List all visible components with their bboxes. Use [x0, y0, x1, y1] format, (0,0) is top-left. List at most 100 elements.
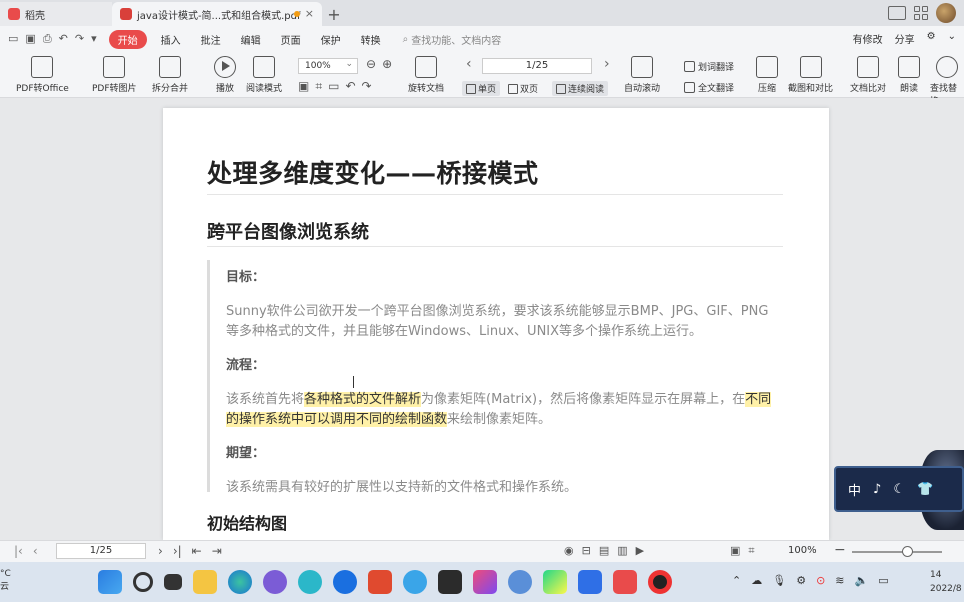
single-view-icon[interactable]: ▤ — [599, 544, 609, 557]
read-mode-button[interactable]: 阅读模式 — [246, 56, 282, 94]
weather-widget[interactable]: °C 云 — [0, 568, 11, 594]
menu-start[interactable]: 开始 — [108, 29, 147, 49]
task-view-icon[interactable] — [164, 574, 182, 590]
wps-word-icon[interactable] — [578, 570, 602, 594]
tray-app-icon[interactable]: ⚙ — [796, 574, 806, 587]
full-translate-button[interactable]: 全文翻译 — [684, 81, 734, 94]
tray-expand-icon[interactable]: ⌃ — [732, 574, 741, 587]
rotate-document-button[interactable]: 旋转文档 — [408, 56, 444, 94]
zoom-out-icon[interactable]: ⊖ — [366, 57, 376, 71]
screenshot-compare-button[interactable]: 截图和对比 — [788, 56, 833, 94]
forward-icon[interactable]: ⇥ — [212, 544, 222, 558]
new-tab-button[interactable]: + — [322, 2, 346, 26]
undo-icon[interactable]: ↶ — [59, 32, 68, 46]
moon-icon[interactable]: ☾ — [893, 482, 905, 497]
app-purple-icon[interactable] — [263, 570, 287, 594]
back-icon[interactable]: ⇤ — [192, 544, 202, 558]
first-page-icon[interactable]: |‹ — [14, 544, 23, 558]
last-page-icon[interactable]: ›| — [173, 544, 182, 558]
office-icon[interactable] — [368, 570, 392, 594]
file-explorer-icon[interactable] — [193, 570, 217, 594]
single-page-button[interactable]: 单页 — [462, 81, 501, 96]
pdf-page[interactable]: 处理多维度变化——桥接模式 跨平台图像浏览系统 目标： Sunny软件公司欲开发… — [163, 108, 829, 540]
start-menu-icon[interactable] — [98, 570, 122, 594]
prev-page-icon[interactable]: ‹ — [466, 56, 472, 72]
read-aloud-button[interactable]: 朗读 — [898, 56, 920, 94]
double-view-icon[interactable]: ▥ — [617, 544, 627, 557]
fit-width-icon[interactable]: ▭ — [328, 79, 339, 94]
app-globe-icon[interactable] — [508, 570, 532, 594]
compress-button[interactable]: 压缩 — [756, 56, 778, 94]
dropdown-icon[interactable]: ▾ — [91, 32, 97, 46]
page-fit-icon[interactable]: ⊟ — [582, 544, 591, 557]
jetbrains-icon[interactable] — [473, 570, 497, 594]
rotate-right-icon[interactable]: ↷ — [362, 79, 372, 94]
auto-scroll-button[interactable]: 自动滚动 — [624, 56, 660, 94]
app-sync-icon[interactable] — [403, 570, 427, 594]
document-area[interactable]: 处理多维度变化——桥接模式 跨平台图像浏览系统 目标： Sunny软件公司欲开发… — [0, 98, 964, 540]
more-icon[interactable]: ⌄ — [948, 31, 956, 46]
doc-compare-button[interactable]: 文档比对 — [850, 56, 886, 94]
system-clock[interactable]: 14 2022/8 — [930, 568, 962, 596]
edge-browser-icon[interactable] — [228, 570, 252, 594]
pycharm-icon[interactable] — [543, 570, 567, 594]
split-merge-button[interactable]: 拆分合并 — [152, 56, 188, 94]
menu-protect[interactable]: 保护 — [311, 30, 351, 49]
continuous-read-button[interactable]: 连续阅读 — [552, 81, 609, 96]
zoom-slider-handle[interactable] — [902, 546, 913, 557]
status-zoom[interactable]: 100% — [788, 545, 817, 556]
redo-icon[interactable]: ↷ — [75, 32, 84, 46]
menu-convert[interactable]: 转换 — [351, 30, 391, 49]
save-icon[interactable]: ▣ — [25, 32, 35, 46]
eye-icon[interactable]: ◉ — [564, 544, 574, 557]
print-icon[interactable]: ⎙ — [43, 32, 52, 46]
word-translate-button[interactable]: 划词翻译 — [684, 60, 734, 73]
apps-grid-icon[interactable] — [914, 6, 928, 20]
pdf-to-image-button[interactable]: PDF转图片 — [92, 56, 137, 94]
prev-page-status-icon[interactable]: ‹ — [33, 544, 38, 558]
fit-icon[interactable]: ⌗ — [315, 79, 322, 94]
folder-icon[interactable]: ▭ — [8, 32, 18, 46]
zoom-select[interactable]: 100% — [298, 57, 358, 74]
rotate-left-icon[interactable]: ↶ — [345, 79, 355, 94]
avatar[interactable] — [936, 3, 956, 23]
status-page-input[interactable]: 1/25 — [56, 543, 146, 559]
layout-icon[interactable] — [888, 6, 906, 20]
modified-button[interactable]: 有修改 — [853, 31, 883, 46]
settings-icon[interactable]: ⚙ — [927, 31, 936, 46]
app-dark-icon[interactable] — [438, 570, 462, 594]
zoom-minus-icon[interactable]: − — [834, 542, 846, 558]
play-button[interactable]: 播放 — [214, 56, 236, 94]
page-number-input[interactable]: 1/25 — [482, 58, 592, 74]
shirt-icon[interactable]: 👕 — [917, 482, 933, 497]
play-status-icon[interactable]: ▶ — [636, 544, 644, 557]
share-button[interactable]: 分享 — [895, 31, 915, 46]
pdf-to-office-button[interactable]: PDF转Office — [16, 56, 69, 94]
ime-toolbar[interactable]: 中 ♪ ☾ 👕 — [834, 466, 964, 512]
menu-page[interactable]: 页面 — [271, 30, 311, 49]
double-page-button[interactable]: 双页 — [504, 81, 542, 96]
search-box[interactable]: ⌕ 查找功能、文档内容 — [403, 32, 502, 47]
actual-size-icon[interactable]: ▣ — [298, 79, 309, 94]
ime-chinese-button[interactable]: 中 — [848, 480, 861, 499]
actual-size-status-icon[interactable]: ▣ — [730, 544, 740, 558]
app-blue-l-icon[interactable] — [333, 570, 357, 594]
recorder-icon[interactable] — [648, 570, 672, 594]
next-page-status-icon[interactable]: › — [158, 544, 163, 558]
next-page-icon[interactable]: › — [604, 56, 610, 72]
close-tab-icon[interactable]: × — [305, 7, 314, 20]
zoom-slider[interactable] — [852, 551, 942, 553]
wps-office-icon[interactable] — [613, 570, 637, 594]
menu-comment[interactable]: 批注 — [191, 30, 231, 49]
menu-insert[interactable]: 插入 — [151, 30, 191, 49]
volume-icon[interactable]: 🔈 — [855, 574, 869, 587]
mic-icon[interactable]: 🎙 — [772, 574, 786, 587]
app-teal-icon[interactable] — [298, 570, 322, 594]
fit-page-status-icon[interactable]: ⌗ — [748, 544, 754, 558]
tab-home[interactable]: 稻壳 — [0, 2, 112, 26]
music-note-icon[interactable]: ♪ — [873, 482, 881, 497]
cloud-icon[interactable]: ☁ — [751, 574, 762, 587]
battery-icon[interactable]: ▭ — [878, 574, 888, 587]
tray-red-icon[interactable]: ⊙ — [816, 574, 825, 587]
menu-edit[interactable]: 编辑 — [231, 30, 271, 49]
